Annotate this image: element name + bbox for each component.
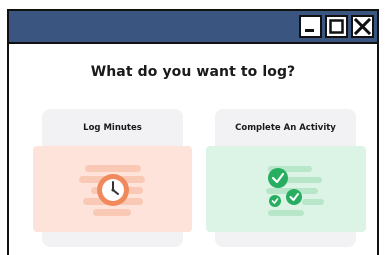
maximize-button[interactable]	[325, 15, 348, 38]
title-bar	[9, 11, 377, 44]
log-minutes-label: Log Minutes	[83, 123, 142, 133]
complete-activity-label: Complete An Activity	[235, 123, 336, 133]
checkmarks-icon	[266, 166, 324, 216]
minimize-button[interactable]	[299, 15, 322, 38]
close-icon	[353, 17, 372, 36]
complete-activity-card[interactable]: Complete An Activity	[206, 109, 366, 247]
log-minutes-illustration	[33, 146, 192, 232]
close-button[interactable]	[351, 15, 374, 38]
clock-icon	[79, 165, 145, 216]
dialog-heading: What do you want to log?	[90, 64, 296, 80]
complete-activity-illustration	[206, 146, 366, 232]
log-dialog-window: What do you want to log? Log Minutes Com…	[7, 9, 379, 255]
minimize-icon	[305, 29, 314, 32]
log-minutes-card[interactable]: Log Minutes	[33, 109, 192, 247]
maximize-icon	[329, 19, 344, 34]
